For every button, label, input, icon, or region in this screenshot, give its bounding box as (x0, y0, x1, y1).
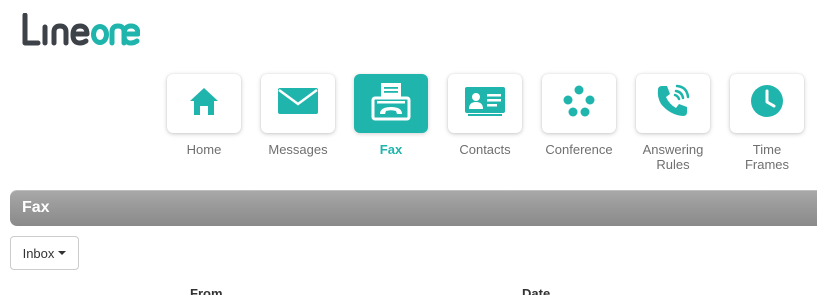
nav-label-home: Home (186, 142, 222, 157)
inbox-dropdown-label: Inbox (22, 245, 55, 261)
nav-item-contacts[interactable]: Contacts (448, 74, 522, 157)
nav-tile-messages[interactable] (261, 74, 335, 133)
section-header-bar: Fax (10, 190, 817, 226)
nav-label-conference: Conference (545, 142, 613, 157)
clock-icon (749, 83, 785, 124)
phone-ringing-icon (654, 82, 692, 125)
nav-label-messages: Messages (268, 142, 328, 157)
nav-tile-answering-rules[interactable] (636, 74, 710, 133)
column-header-from[interactable]: From (190, 286, 223, 295)
nav-label-fax: Fax (379, 142, 403, 157)
nav-tile-contacts[interactable] (448, 74, 522, 133)
home-icon (187, 84, 221, 123)
contact-card-icon (464, 85, 506, 122)
section-title: Fax (22, 199, 50, 216)
envelope-icon (277, 86, 319, 121)
column-header-date[interactable]: Date (522, 286, 550, 295)
caret-down-icon (58, 251, 67, 255)
nav-tile-time-frames[interactable] (730, 74, 804, 133)
nav-item-fax[interactable]: Fax (354, 74, 428, 157)
nav-tile-home[interactable] (167, 74, 241, 133)
nav-item-messages[interactable]: Messages (261, 74, 335, 157)
lineone-logo[interactable] (22, 13, 140, 47)
nav-item-conference[interactable]: Conference (542, 74, 616, 157)
nav-tile-fax[interactable] (354, 74, 428, 133)
nav-label-answering-rules: Answering Rules (642, 142, 704, 172)
nav-label-contacts: Contacts (459, 142, 511, 157)
nav-item-time-frames[interactable]: Time Frames (730, 74, 804, 172)
nav-item-home[interactable]: Home (167, 74, 241, 157)
nav-item-answering-rules[interactable]: Answering Rules (636, 74, 710, 172)
nav-label-time-frames: Time Frames (744, 142, 790, 172)
conference-icon (561, 83, 597, 124)
nav-tile-conference[interactable] (542, 74, 616, 133)
inbox-dropdown-button[interactable]: Inbox (10, 236, 79, 270)
fax-icon (371, 81, 411, 126)
